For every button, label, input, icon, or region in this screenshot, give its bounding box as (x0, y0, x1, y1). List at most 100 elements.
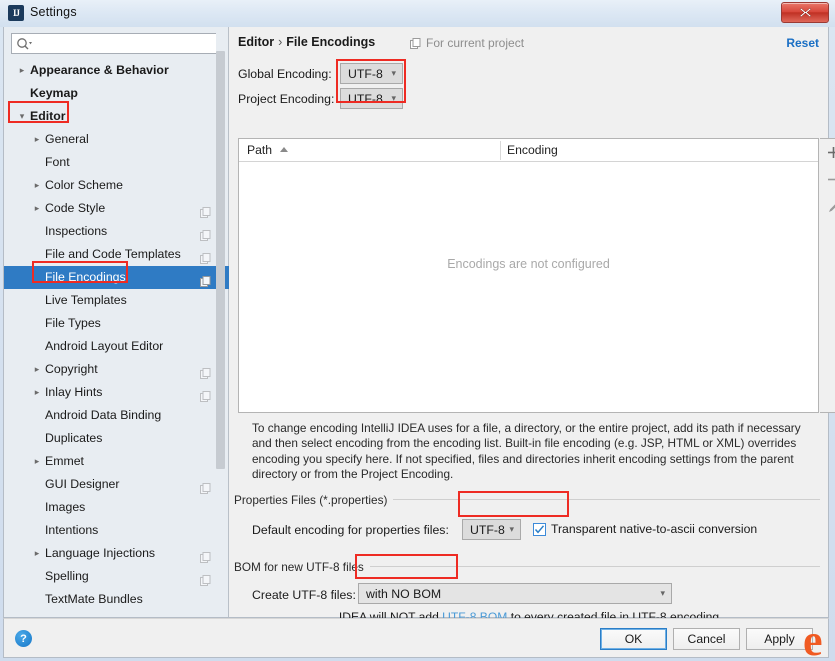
window-title: Settings (30, 5, 77, 19)
sidebar-item-android-layout-editor[interactable]: Android Layout Editor (4, 335, 229, 358)
chevron-right-icon[interactable]: ▸ (15, 59, 29, 82)
sidebar-item-android-data-binding[interactable]: Android Data Binding (4, 404, 229, 427)
sidebar-item-general[interactable]: ▸General (4, 128, 229, 151)
chevron-right-icon[interactable]: ▸ (30, 358, 44, 381)
copy-scope-icon (410, 38, 421, 49)
sidebar-item-font[interactable]: Font (4, 151, 229, 174)
sidebar-item-gui-designer[interactable]: GUI Designer (4, 473, 229, 496)
chevron-right-icon[interactable]: ▸ (30, 174, 44, 197)
sidebar-item-label: Intentions (45, 519, 98, 542)
search-input[interactable] (36, 35, 218, 52)
sidebar-item-inlay-hints[interactable]: ▸Inlay Hints (4, 381, 229, 404)
chevron-down-icon[interactable]: ▾ (15, 105, 29, 128)
sidebar-item-file-types[interactable]: File Types (4, 312, 229, 335)
sidebar-item-todo[interactable]: TODO (4, 611, 229, 617)
chevron-right-icon[interactable]: ▸ (30, 128, 44, 151)
settings-tree[interactable]: ▸Appearance & BehaviorKeymap▾Editor▸Gene… (4, 59, 229, 617)
reset-link[interactable]: Reset (786, 36, 819, 50)
sidebar-item-emmet[interactable]: ▸Emmet (4, 450, 229, 473)
breadcrumb-current: File Encodings (286, 35, 375, 49)
project-scope-icon (200, 249, 211, 260)
sidebar-item-spelling[interactable]: Spelling (4, 565, 229, 588)
checkmark-icon (534, 524, 545, 535)
transparent-native-to-ascii-checkbox[interactable]: Transparent native-to-ascii conversion (533, 522, 757, 536)
sidebar-item-code-style[interactable]: ▸Code Style (4, 197, 229, 220)
sidebar-item-label: Color Scheme (45, 174, 123, 197)
sidebar-item-label: Keymap (30, 82, 78, 105)
edit-pencil-icon (827, 200, 835, 214)
create-utf8-files-value: with NO BOM (366, 587, 441, 601)
remove-icon (827, 173, 835, 186)
close-button[interactable] (781, 2, 829, 23)
sidebar-item-copyright[interactable]: ▸Copyright (4, 358, 229, 381)
sidebar-item-appearance-behavior[interactable]: ▸Appearance & Behavior (4, 59, 229, 82)
encodings-table[interactable]: Path Encoding Encodings are not configur… (238, 138, 819, 413)
sidebar-item-images[interactable]: Images (4, 496, 229, 519)
sidebar-item-file-encodings[interactable]: File Encodings (4, 266, 229, 289)
sidebar-item-inspections[interactable]: Inspections (4, 220, 229, 243)
sidebar-item-label: Copyright (45, 358, 98, 381)
sidebar-item-label: File and Code Templates (45, 243, 181, 266)
sidebar-item-label: Inlay Hints (45, 381, 102, 404)
create-utf8-files-label: Create UTF-8 files: (252, 588, 356, 602)
sidebar-item-keymap[interactable]: Keymap (4, 82, 229, 105)
sidebar-item-color-scheme[interactable]: ▸Color Scheme (4, 174, 229, 197)
sidebar-item-label: GUI Designer (45, 473, 120, 496)
sidebar-item-label: Code Style (45, 197, 105, 220)
sidebar-item-label: Images (45, 496, 85, 519)
sidebar-scroll-thumb[interactable] (216, 51, 225, 469)
search-box[interactable] (11, 33, 223, 54)
ok-button[interactable]: OK (600, 628, 667, 650)
chevron-right-icon[interactable]: ▸ (30, 381, 44, 404)
apply-button[interactable]: Apply (746, 628, 813, 650)
sidebar-item-duplicates[interactable]: Duplicates (4, 427, 229, 450)
breadcrumb-parent[interactable]: Editor (238, 35, 274, 49)
create-utf8-files-dropdown[interactable]: with NO BOM ▾ (358, 583, 672, 604)
sidebar-scrollbar[interactable] (216, 27, 225, 617)
sidebar-item-label: General (45, 128, 89, 151)
chevron-right-icon[interactable]: ▸ (30, 542, 44, 565)
sidebar-item-label: Language Injections (45, 542, 155, 565)
column-header-path[interactable]: Path (247, 139, 288, 162)
sidebar-item-label: Spelling (45, 565, 89, 588)
settings-content-pane: Editor›File Encodings For current projec… (230, 27, 828, 617)
global-encoding-label: Global Encoding: (238, 67, 332, 81)
edit-button[interactable] (820, 193, 835, 220)
sidebar-item-intentions[interactable]: Intentions (4, 519, 229, 542)
add-button[interactable] (820, 139, 835, 166)
global-encoding-value: UTF-8 (348, 67, 383, 81)
sidebar-item-label: Emmet (45, 450, 84, 473)
project-scope-icon (200, 479, 211, 490)
cancel-button[interactable]: Cancel (673, 628, 740, 650)
sidebar-item-textmate-bundles[interactable]: TextMate Bundles (4, 588, 229, 611)
chevron-right-icon[interactable]: ▸ (30, 450, 44, 473)
default-encoding-label: Default encoding for properties files: (252, 523, 449, 537)
chevron-down-icon: ▾ (391, 69, 396, 78)
settings-sidebar: ▸Appearance & BehaviorKeymap▾Editor▸Gene… (4, 27, 229, 617)
default-properties-encoding-dropdown[interactable]: UTF-8 ▾ (462, 519, 521, 540)
project-scope-icon (200, 548, 211, 559)
table-empty-message: Encodings are not configured (239, 257, 818, 271)
sidebar-item-label: File Encodings (45, 266, 126, 289)
sidebar-item-label: Android Layout Editor (45, 335, 163, 358)
sidebar-item-live-templates[interactable]: Live Templates (4, 289, 229, 312)
column-header-encoding[interactable]: Encoding (507, 139, 558, 162)
chevron-right-icon[interactable]: ▸ (30, 197, 44, 220)
sidebar-item-label: Android Data Binding (45, 404, 161, 427)
transparent-native-to-ascii-label: Transparent native-to-ascii conversion (551, 522, 757, 536)
project-scope-icon (200, 203, 211, 214)
sidebar-item-editor[interactable]: ▾Editor (4, 105, 229, 128)
encoding-description: To change encoding IntelliJ IDEA uses fo… (252, 421, 822, 482)
project-scope-icon (200, 571, 211, 582)
sidebar-item-language-injections[interactable]: ▸Language Injections (4, 542, 229, 565)
global-encoding-dropdown[interactable]: UTF-8 ▾ (340, 63, 403, 84)
bom-group-divider (354, 566, 820, 567)
sidebar-item-label: File Types (45, 312, 101, 335)
remove-button[interactable] (820, 166, 835, 193)
sidebar-item-file-and-code-templates[interactable]: File and Code Templates (4, 243, 229, 266)
project-scope-icon (200, 387, 211, 398)
project-encoding-dropdown[interactable]: UTF-8 ▾ (340, 88, 403, 109)
help-button[interactable]: ? (15, 630, 32, 647)
column-divider[interactable] (500, 141, 501, 160)
dialog-body: ▸Appearance & BehaviorKeymap▾Editor▸Gene… (3, 27, 829, 618)
